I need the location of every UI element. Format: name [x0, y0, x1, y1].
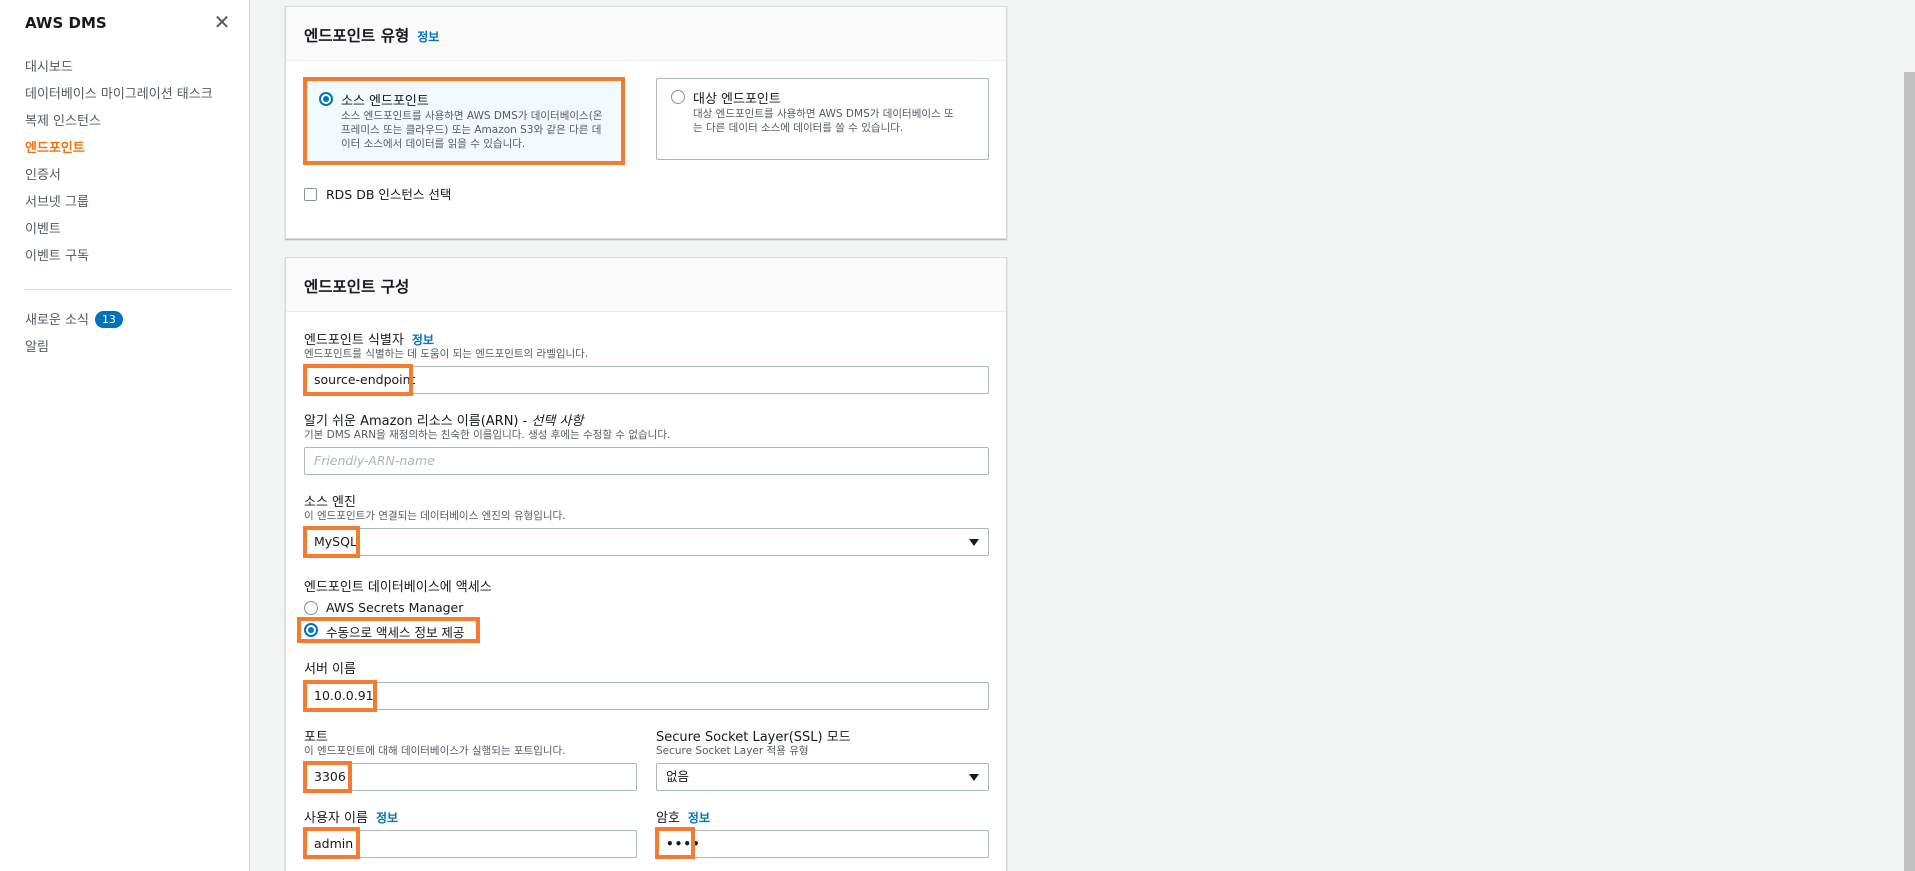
identifier-info-link[interactable]: 정보 [412, 333, 434, 347]
port-desc: 이 엔드포인트에 대해 데이터베이스가 실행되는 포트입니다. [304, 745, 566, 757]
close-icon[interactable]: ✕ [213, 12, 231, 32]
arn-input[interactable]: Friendly-ARN-name [304, 447, 989, 475]
sidebar-item-endpoints[interactable]: 엔드포인트 [25, 139, 213, 166]
whats-new-label: 새로운 소식 [25, 313, 89, 328]
endpoint-type-title-text: 엔드포인트 유형 [304, 27, 410, 45]
endpoint-type-panel: 엔드포인트 유형 정보 소스 엔드포인트 소스 엔드포인트를 사용하면 AWS D… [285, 6, 1007, 239]
source-endpoint-tile[interactable]: 소스 엔드포인트 소스 엔드포인트를 사용하면 AWS DMS가 데이터베이스(… [304, 80, 624, 162]
engine-select-value: MySQL [314, 534, 357, 549]
password-label: 암호 [656, 811, 680, 826]
target-desc-line-1: 대상 엔드포인트를 사용하면 AWS DMS가 데이터베이스 또 [693, 108, 954, 120]
password-label-row: 암호 정보 [656, 807, 710, 826]
sidebar-item-migration-tasks[interactable]: 데이터베이스 마이그레이션 태스크 [25, 85, 213, 112]
sidebar: AWS DMS ✕ 대시보드 데이터베이스 마이그레이션 태스크 복제 인스턴스… [0, 0, 250, 871]
ssl-select-value: 없음 [666, 769, 690, 784]
access-secrets-radio[interactable] [304, 601, 318, 615]
endpoint-type-title: 엔드포인트 유형 정보 [304, 24, 439, 46]
arn-desc: 기본 DMS ARN을 재정의하는 친숙한 이름입니다. 생성 후에는 수정할 … [304, 429, 671, 441]
server-input[interactable]: 10.0.0.91 [304, 682, 989, 710]
target-endpoint-title: 대상 엔드포인트 [693, 92, 781, 107]
access-manual-radio[interactable] [304, 623, 318, 637]
source-desc-line-1: 소스 엔드포인트를 사용하면 AWS DMS가 데이터베이스(온 [341, 110, 603, 122]
username-label: 사용자 이름 [304, 811, 368, 826]
endpoint-config-panel: 엔드포인트 구성 엔드포인트 식별자 정보 엔드포인트를 식별하는 데 도움이 되… [285, 257, 1007, 871]
source-desc-line-2: 프레미스 또는 클라우드) 또는 Amazon S3와 같은 다른 데 [341, 124, 602, 136]
target-endpoint-tile[interactable]: 대상 엔드포인트 대상 엔드포인트를 사용하면 AWS DMS가 데이터베이스 … [656, 78, 989, 160]
caret-down-icon [969, 774, 979, 781]
port-input[interactable]: 3306 [304, 763, 637, 791]
endpoint-type-info-link[interactable]: 정보 [417, 30, 439, 44]
ssl-select[interactable]: 없음 [656, 763, 989, 791]
sidebar-nav-secondary: 새로운 소식 13 알림 [25, 311, 123, 365]
password-input[interactable]: •••• [656, 830, 989, 858]
username-label-row: 사용자 이름 정보 [304, 807, 398, 826]
sidebar-item-event-subscriptions[interactable]: 이벤트 구독 [25, 247, 213, 274]
username-info-link[interactable]: 정보 [376, 811, 398, 825]
target-desc-line-2: 는 다른 데이터 소스에 데이터를 쓸 수 있습니다. [693, 122, 904, 134]
sidebar-item-certificates[interactable]: 인증서 [25, 166, 213, 193]
source-endpoint-desc: 소스 엔드포인트를 사용하면 AWS DMS가 데이터베이스(온 프레미스 또는… [341, 109, 602, 151]
endpoint-config-header: 엔드포인트 구성 [286, 258, 1006, 312]
rds-instance-label: RDS DB 인스턴스 선택 [326, 187, 452, 202]
sidebar-divider [25, 289, 231, 290]
server-label: 서버 이름 [304, 662, 356, 677]
sidebar-item-replication-instances[interactable]: 복제 인스턴스 [25, 112, 213, 139]
source-endpoint-radio[interactable] [319, 92, 333, 106]
rds-instance-checkbox[interactable] [304, 188, 317, 201]
ssl-desc: Secure Socket Layer 적용 유형 [656, 745, 809, 757]
source-endpoint-title: 소스 엔드포인트 [341, 94, 429, 109]
access-label: 엔드포인트 데이터베이스에 액세스 [304, 580, 492, 595]
sidebar-title: AWS DMS [25, 14, 107, 32]
engine-select[interactable]: MySQL [304, 528, 989, 556]
endpoint-type-header: 엔드포인트 유형 정보 [286, 7, 1006, 61]
identifier-input[interactable]: source-endpoint [304, 366, 989, 394]
sidebar-item-subnet-groups[interactable]: 서브넷 그룹 [25, 193, 213, 220]
identifier-desc: 엔드포인트를 식별하는 데 도움이 되는 엔드포인트의 라벨입니다. [304, 348, 589, 360]
page-scrollbar[interactable] [1904, 72, 1915, 871]
sidebar-item-events[interactable]: 이벤트 [25, 220, 213, 247]
engine-desc: 이 엔드포인트가 연결되는 데이터베이스 엔진의 유형입니다. [304, 510, 566, 522]
sidebar-item-whats-new[interactable]: 새로운 소식 13 [25, 311, 123, 338]
sidebar-item-notifications[interactable]: 알림 [25, 338, 123, 365]
caret-down-icon [969, 539, 979, 546]
sidebar-item-dashboard[interactable]: 대시보드 [25, 58, 213, 85]
password-info-link[interactable]: 정보 [688, 811, 710, 825]
sidebar-nav: 대시보드 데이터베이스 마이그레이션 태스크 복제 인스턴스 엔드포인트 인증서… [25, 58, 213, 274]
news-count-badge: 13 [94, 311, 123, 328]
target-endpoint-desc: 대상 엔드포인트를 사용하면 AWS DMS가 데이터베이스 또 는 다른 데이… [693, 107, 954, 135]
access-secrets-label: AWS Secrets Manager [326, 600, 464, 615]
target-endpoint-radio[interactable] [671, 90, 685, 104]
username-input[interactable]: admin [304, 830, 637, 858]
endpoint-config-title: 엔드포인트 구성 [304, 278, 410, 296]
source-desc-line-3: 이터 소스에서 데이터를 읽을 수 있습니다. [341, 138, 526, 150]
access-manual-label: 수동으로 액세스 정보 제공 [326, 625, 465, 640]
